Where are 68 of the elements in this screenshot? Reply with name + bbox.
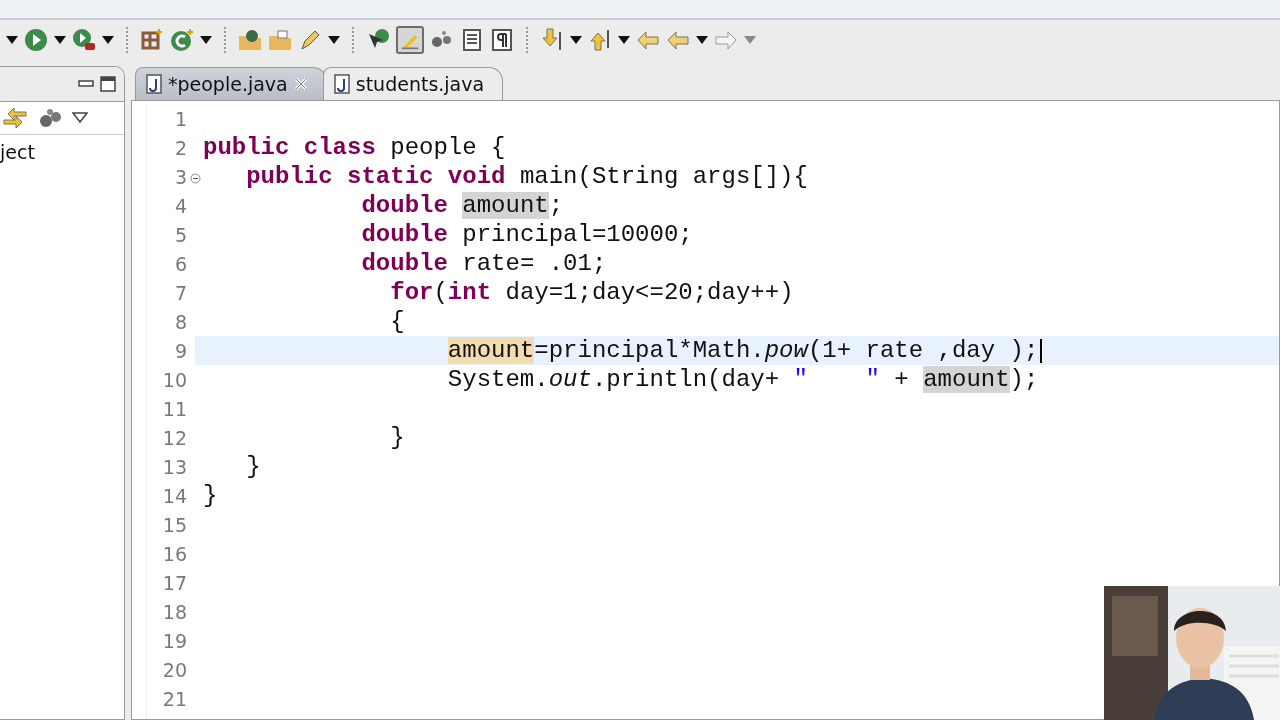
dropdown-arrow-icon[interactable] [328,36,340,44]
line-number: 6 [174,252,187,275]
line-number: 7 [174,281,187,304]
line-number: 3 [174,165,187,188]
code-line: } [245,453,261,480]
close-icon[interactable] [293,77,308,91]
code-line: double rate= .01; [360,250,607,277]
dropdown-arrow-icon[interactable] [696,36,708,44]
text-cursor [1040,338,1043,363]
line-number: 20 [162,658,187,681]
line-number: 14 [162,484,187,507]
document-icon[interactable] [460,28,484,52]
code-line: } [389,424,405,451]
line-number: 21 [162,687,187,710]
run-config-icon[interactable] [72,28,96,52]
dropdown-arrow-icon[interactable] [570,36,582,44]
new-class-icon[interactable] [170,28,194,52]
tab-label: *people.java [168,73,288,95]
line-number: 19 [162,629,187,652]
line-number: 13 [162,455,187,478]
line-number: 18 [162,600,187,623]
up-arrow-icon[interactable] [588,28,612,52]
code-editor[interactable] [131,100,1280,720]
dropdown-arrow-icon[interactable] [618,36,630,44]
link-arrows-icon[interactable] [0,106,30,130]
view-menu-icon[interactable] [72,112,88,124]
maximize-icon[interactable] [100,76,116,92]
code-line: double principal=10000; [360,221,693,248]
dropdown-arrow-icon[interactable] [6,36,18,44]
java-file-icon [146,74,162,94]
line-number: 4 [174,194,187,217]
line-number: 5 [174,223,187,246]
line-number: 9 [174,339,187,362]
code-line: } [203,482,218,509]
line-number: 12 [162,426,187,449]
java-file-icon [333,74,350,94]
run-icon[interactable] [24,28,48,52]
code-line: public class people { [203,134,506,161]
code-line: double amount; [360,192,564,219]
dropdown-arrow-icon[interactable] [102,36,114,44]
view-menu-dots-icon[interactable] [38,107,64,129]
open-folder-icon[interactable] [268,28,292,52]
line-number: 1 [174,107,187,130]
pen-icon[interactable] [298,28,322,52]
tab-label: students.java [355,73,485,95]
code-line: for(int day=1;day<=20;day++) [389,279,794,306]
mark-occurrences-button[interactable] [396,26,424,54]
down-arrow-icon[interactable] [540,28,564,52]
line-number: 8 [174,310,187,333]
minimize-icon[interactable] [78,78,94,90]
dropdown-arrow-icon[interactable] [200,36,212,44]
line-number: 15 [162,513,187,536]
line-number: 16 [162,542,187,565]
project-tree-item[interactable]: ject [0,135,124,163]
code-line: amount=principal*Math.pow(1+ rate ,day ); [446,337,1039,364]
pilcrow-icon[interactable] [490,28,514,52]
editor-tab[interactable]: students.java [322,67,504,100]
line-number: 11 [162,397,187,420]
line-number: 17 [162,571,187,594]
code-line: { [389,308,405,335]
code-line: public static void main(String args[]){ [245,163,808,190]
code-line: System.out.println(day+ " " + amount); [446,366,1039,393]
line-number: 2 [174,136,187,159]
new-package-icon[interactable] [140,28,164,52]
line-number: 10 [162,368,187,391]
dropdown-arrow-icon[interactable] [54,36,66,44]
fold-icon[interactable] [190,173,201,184]
folder-icon[interactable] [238,28,262,52]
